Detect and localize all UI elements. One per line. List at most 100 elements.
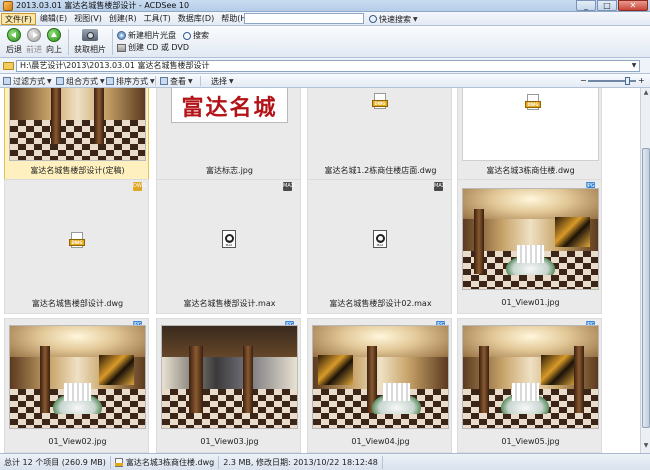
zoom-out-button[interactable]: −	[580, 76, 587, 85]
file-tile[interactable]: JPG 01_View02.jpg	[4, 318, 149, 453]
close-button[interactable]: ✕	[618, 0, 648, 11]
file-name: 富达名城售楼部设计(定稿)	[30, 166, 125, 175]
menu-bar: 文件(F) 编辑(E) 视图(V) 创建(R) 工具(T) 数据库(D) 帮助(…	[0, 12, 650, 26]
file-tile[interactable]: MAX 3DS MAX 富达名城售楼部设计.max	[156, 179, 301, 314]
status-selected-file: 富达名城3栋商住楼.dwg	[111, 455, 220, 469]
chevron-down-icon: ▼	[229, 77, 234, 85]
up-label: 向上	[46, 45, 62, 54]
acdsee-app-icon[interactable]	[3, 0, 13, 11]
burn-disc-icon	[117, 43, 126, 52]
quick-search-button[interactable]: 快速搜索 ▼	[369, 13, 418, 25]
image-thumbnail	[9, 325, 146, 429]
lobby-render-image	[463, 189, 598, 289]
view-dropdown[interactable]: 查看 ▼	[160, 75, 193, 87]
scrollbar-thumb[interactable]	[642, 148, 650, 428]
scroll-up-button[interactable]: ▲	[642, 89, 650, 97]
file-tile[interactable]: JPG 01_View04.jpg	[307, 318, 452, 453]
chevron-down-icon: ▼	[150, 77, 155, 85]
group-dropdown[interactable]: 组合方式 ▼	[56, 75, 105, 87]
status-total: 总计 12 个项目 (260.9 MB)	[0, 455, 111, 469]
file-tile[interactable]: JPG 01_View03.jpg	[156, 318, 301, 453]
window-title: 2013.03.01 富达名城售楼部设计 - ACDSee 10	[16, 1, 190, 10]
sort-dropdown[interactable]: 排序方式 ▼	[106, 75, 155, 87]
forward-arrow-icon	[27, 28, 41, 42]
search-label: 搜索	[193, 31, 209, 40]
quick-search-input[interactable]	[244, 13, 364, 24]
file-name: 富达名城售楼部设计.max	[183, 299, 276, 308]
scroll-down-button[interactable]: ▼	[642, 442, 650, 450]
chevron-down-icon: ▼	[47, 77, 52, 85]
dwg-preview-frame: DWG	[462, 88, 599, 161]
thumbnail-size-slider-thumb[interactable]	[625, 77, 630, 85]
create-cd-dvd-button[interactable]: 创建 CD 或 DVD	[117, 42, 189, 53]
image-thumbnail	[312, 325, 449, 429]
file-name: 富达名城售楼部设计.dwg	[31, 299, 124, 308]
address-path: H:\晨艺设计\2013\2013.03.01 富达名城售楼部设计	[20, 61, 210, 70]
address-bar: H:\晨艺设计\2013\2013.03.01 富达名城售楼部设计 ▼	[0, 58, 650, 74]
zoom-in-button[interactable]: +	[638, 76, 645, 85]
browse-toolbar: 过滤方式 ▼ 组合方式 ▼ 排序方式 ▼ 查看 ▼ 选择 ▼ − +	[0, 74, 650, 88]
minimize-button[interactable]: _	[576, 0, 596, 11]
menu-file[interactable]: 文件(F)	[1, 12, 36, 25]
search-icon	[183, 31, 191, 40]
file-list: 富达名城售楼部设计(定稿) 90 YI DA 亿 达 富达名城 富达标志.jpg…	[0, 88, 640, 453]
max-type-badge: MAX	[434, 182, 446, 191]
menu-create[interactable]: 创建(R)	[106, 13, 140, 25]
file-name: 01_View05.jpg	[501, 437, 560, 446]
quick-search-label: 快速搜索	[379, 14, 411, 24]
title-bar: 2013.03.01 富达名城售楼部设计 - ACDSee 10 _ □ ✕	[0, 0, 650, 12]
file-tile[interactable]: DWG 富达名城1.2栋商住楼店面.dwg	[307, 88, 452, 183]
file-tile[interactable]: 90 YI DA 亿 达 富达名城 富达标志.jpg	[156, 88, 301, 183]
filter-dropdown[interactable]: 过滤方式 ▼	[3, 75, 52, 87]
file-name: 01_View02.jpg	[48, 437, 107, 446]
filter-label: 过滤方式	[13, 76, 45, 86]
file-tile[interactable]: JPG 01_View05.jpg	[457, 318, 602, 453]
select-dropdown[interactable]: 选择 ▼	[211, 75, 234, 87]
file-tile[interactable]: DWG 富达名城3栋商住楼.dwg	[457, 88, 602, 183]
max-type-badge: MAX	[283, 182, 295, 191]
file-tile[interactable]: JPG 01_View01.jpg	[457, 179, 602, 314]
dwg-file-icon	[114, 457, 123, 467]
image-thumbnail	[161, 325, 298, 429]
lobby-render-image	[313, 326, 448, 428]
maximize-button[interactable]: □	[597, 0, 617, 11]
group-label: 组合方式	[66, 76, 98, 86]
chevron-down-icon: ▼	[100, 77, 105, 85]
max-file-icon: 3DS MAX	[222, 230, 236, 248]
chevron-down-icon[interactable]: ▼	[629, 61, 639, 71]
chevron-down-icon: ▼	[188, 77, 193, 85]
back-arrow-icon	[7, 28, 21, 42]
file-tile[interactable]: 富达名城售楼部设计(定稿)	[4, 88, 149, 183]
acquire-photos-label: 获取相片	[74, 45, 106, 54]
dwg-file-icon: DWG	[69, 232, 85, 248]
dwg-file-icon: DWG	[372, 93, 388, 109]
logo-title: 富达名城	[181, 95, 278, 121]
vertical-scrollbar[interactable]: ▲ ▼	[640, 88, 650, 453]
file-name: 01_View04.jpg	[351, 437, 410, 446]
file-name: 富达标志.jpg	[206, 166, 253, 175]
file-tile[interactable]: MAX 3DS MAX 富达名城售楼部设计02.max	[307, 179, 452, 314]
filter-icon	[3, 77, 11, 85]
file-tile[interactable]: DWG DWG 富达名城售楼部设计.dwg	[4, 179, 149, 314]
dwg-type-badge: DWG	[133, 182, 146, 191]
image-thumbnail	[462, 325, 599, 429]
max-file-icon: 3DS MAX	[373, 230, 387, 248]
menu-edit[interactable]: 编辑(E)	[37, 13, 70, 25]
menu-tools[interactable]: 工具(T)	[141, 13, 174, 25]
disc-icon	[117, 31, 126, 40]
sort-label: 排序方式	[116, 76, 148, 86]
up-arrow-icon	[47, 28, 61, 42]
search-button[interactable]: 搜索	[183, 30, 209, 41]
acquire-photos-button[interactable]: 获取相片	[74, 28, 106, 55]
menu-view[interactable]: 视图(V)	[71, 13, 105, 25]
file-name: 富达名城1.2栋商住楼店面.dwg	[324, 166, 437, 175]
toolbar-divider	[200, 76, 201, 86]
file-name: 富达名城售楼部设计02.max	[329, 299, 432, 308]
image-thumbnail	[462, 188, 599, 290]
menu-database[interactable]: 数据库(D)	[175, 13, 217, 25]
file-name: 01_View01.jpg	[501, 298, 560, 307]
toolbar-divider	[112, 29, 113, 55]
new-photo-disc-button[interactable]: 新建相片光盘	[117, 30, 176, 41]
address-input[interactable]: H:\晨艺设计\2013\2013.03.01 富达名城售楼部设计 ▼	[16, 60, 640, 72]
up-button[interactable]: 向上	[42, 28, 66, 55]
